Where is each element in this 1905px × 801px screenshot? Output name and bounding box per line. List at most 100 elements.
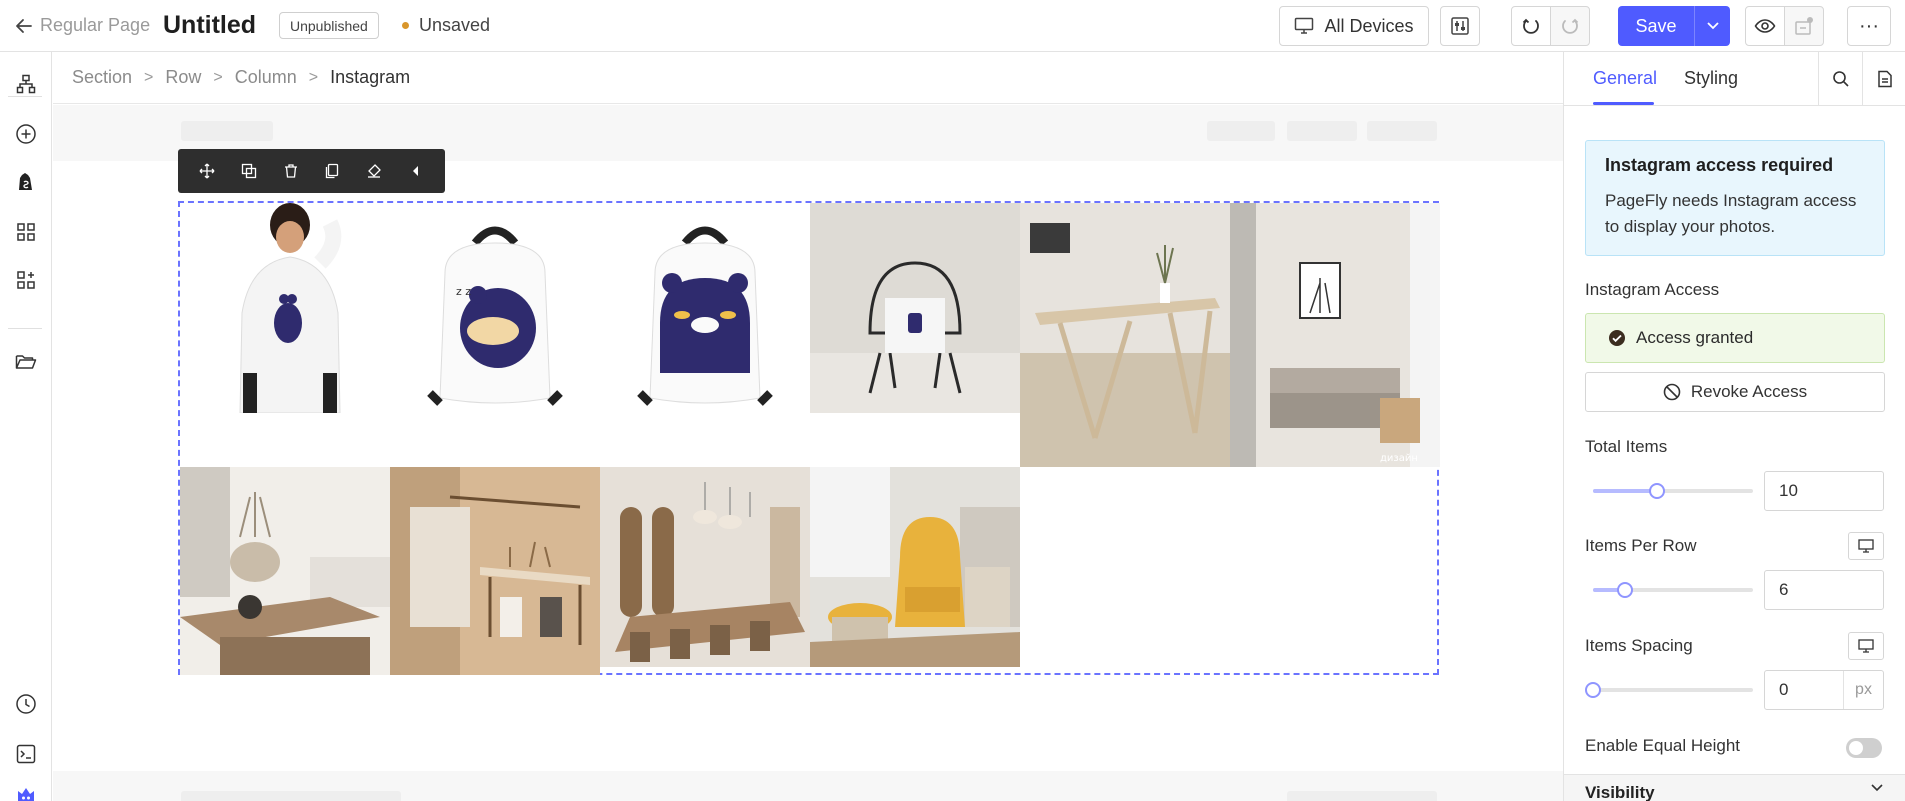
responsive-device-button[interactable] <box>1848 632 1884 660</box>
items-spacing-value: 0 <box>1779 680 1789 699</box>
trash-icon[interactable] <box>277 157 305 185</box>
back-arrow-icon[interactable] <box>12 14 36 38</box>
instagram-photo-backpack-bear[interactable] <box>600 203 810 413</box>
instagram-photo-dining-table[interactable] <box>1020 203 1230 467</box>
editor-app: Regular Page Untitled Unpublished Unsave… <box>0 0 1905 801</box>
editor-canvas: z z дизайн <box>53 105 1563 801</box>
redo-button[interactable] <box>1550 6 1590 46</box>
shopify-icon[interactable] <box>10 166 42 198</box>
ghost-footer <box>181 791 401 801</box>
equal-height-label: Enable Equal Height <box>1585 736 1741 755</box>
responsive-device-button[interactable] <box>1848 532 1884 560</box>
instagram-element[interactable]: z z дизайн <box>178 201 1440 675</box>
ghost-logo <box>181 121 273 141</box>
chevron-down-icon <box>1871 784 1883 792</box>
instagram-photo-sofa-nook[interactable]: дизайн <box>1230 203 1440 467</box>
save-state: Unsaved <box>419 15 491 35</box>
unsaved-dot-icon <box>402 22 409 29</box>
folder-icon[interactable] <box>10 346 42 378</box>
crumb-separator: > <box>308 68 319 86</box>
slider-thumb[interactable] <box>1617 582 1633 598</box>
search-button[interactable] <box>1818 52 1862 106</box>
items-spacing-input[interactable]: 0 px <box>1764 670 1884 710</box>
notice-text: PageFly needs Instagram access to displa… <box>1605 191 1857 236</box>
grid-icon[interactable] <box>10 216 42 248</box>
instagram-photo-chair-pillow[interactable] <box>810 203 1020 413</box>
photo-watermark: дизайн <box>1380 453 1418 464</box>
breadcrumb: Section > Row > Column > Instagram <box>53 52 1563 104</box>
crumb-section[interactable]: Section <box>72 67 132 88</box>
crumb-separator: > <box>213 68 223 86</box>
apps-icon[interactable] <box>10 264 42 296</box>
panel-tabs: General Styling <box>1564 52 1905 106</box>
page-type[interactable]: Regular Page <box>40 15 150 36</box>
publish-button[interactable] <box>1784 6 1824 46</box>
more-options-button[interactable]: ··· <box>1847 6 1891 46</box>
instagram-photo-dining-room[interactable] <box>390 467 600 675</box>
access-granted-text: Access granted <box>1636 328 1754 347</box>
move-icon[interactable] <box>193 157 221 185</box>
terminal-icon[interactable] <box>10 738 42 770</box>
search-icon <box>1832 71 1849 87</box>
revoke-access-label: Revoke Access <box>1690 382 1808 401</box>
items-per-row-label: Items Per Row <box>1585 536 1697 555</box>
add-element-icon[interactable] <box>10 118 42 150</box>
slider-fill <box>1593 489 1657 493</box>
svg-text:z z: z z <box>456 285 471 298</box>
instagram-photo-hoodie[interactable] <box>180 203 390 413</box>
instagram-photo-backpack-sleep[interactable]: z z <box>390 203 600 413</box>
total-items-label: Total Items <box>1585 437 1668 456</box>
collapse-left-icon[interactable] <box>402 157 430 185</box>
top-bar: Regular Page Untitled Unpublished Unsave… <box>0 0 1905 52</box>
total-items-input[interactable]: 10 <box>1764 471 1884 511</box>
total-items-slider[interactable] <box>1593 483 1753 499</box>
slider-thumb[interactable] <box>1585 682 1601 698</box>
revoke-access-button[interactable]: Revoke Access <box>1585 372 1885 412</box>
tab-general[interactable]: General <box>1593 68 1657 89</box>
eye-icon <box>1754 19 1776 33</box>
ghost-nav-item <box>1207 121 1275 141</box>
instagram-photo-long-dining[interactable] <box>600 467 810 667</box>
instagram-access-notice: Instagram access required PageFly needs … <box>1585 140 1885 256</box>
undo-button[interactable] <box>1511 6 1551 46</box>
items-per-row-slider[interactable] <box>1593 582 1753 598</box>
ghost-nav-item <box>1287 121 1357 141</box>
items-spacing-slider[interactable] <box>1585 682 1753 698</box>
publish-icon <box>1795 17 1813 35</box>
compare-button[interactable] <box>1440 6 1480 46</box>
history-clock-icon[interactable] <box>10 688 42 720</box>
save-options-button[interactable] <box>1694 6 1730 46</box>
paint-icon[interactable] <box>360 157 388 185</box>
save-button[interactable]: Save <box>1618 6 1694 46</box>
element-toolbar <box>178 149 445 193</box>
tab-styling[interactable]: Styling <box>1684 68 1738 89</box>
items-per-row-input[interactable]: 6 <box>1764 570 1884 610</box>
copy-style-icon[interactable] <box>318 157 346 185</box>
page-title[interactable]: Untitled <box>163 11 256 40</box>
access-granted-status: Access granted <box>1585 313 1885 363</box>
unit-label: px <box>1843 671 1883 709</box>
pagefly-logo-icon[interactable] <box>10 780 42 801</box>
instagram-photo-armchair[interactable] <box>810 467 1020 667</box>
equal-height-toggle[interactable] <box>1846 738 1882 758</box>
items-spacing-label: Items Spacing <box>1585 636 1693 655</box>
all-devices-button[interactable]: All Devices <box>1279 6 1429 46</box>
sliders-icon <box>1451 17 1469 35</box>
visibility-label: Visibility <box>1585 783 1655 801</box>
crumb-instagram: Instagram <box>330 67 411 87</box>
crumb-row[interactable]: Row <box>165 67 201 88</box>
crumb-column[interactable]: Column <box>235 67 297 88</box>
instagram-access-label: Instagram Access <box>1585 280 1720 299</box>
active-tab-indicator <box>1593 102 1654 105</box>
duplicate-icon[interactable] <box>235 157 263 185</box>
visibility-section-header[interactable]: Visibility <box>1564 774 1905 801</box>
page-settings-button[interactable] <box>1862 52 1905 106</box>
slider-thumb[interactable] <box>1649 483 1665 499</box>
preview-button[interactable] <box>1745 6 1785 46</box>
redo-icon <box>1562 18 1579 34</box>
instagram-photo-living-room[interactable] <box>180 467 390 675</box>
chevron-down-icon <box>1706 22 1719 30</box>
settings-panel: General Styling Instagram access require… <box>1563 52 1905 801</box>
block-icon <box>1663 383 1681 401</box>
document-icon <box>1877 70 1892 88</box>
